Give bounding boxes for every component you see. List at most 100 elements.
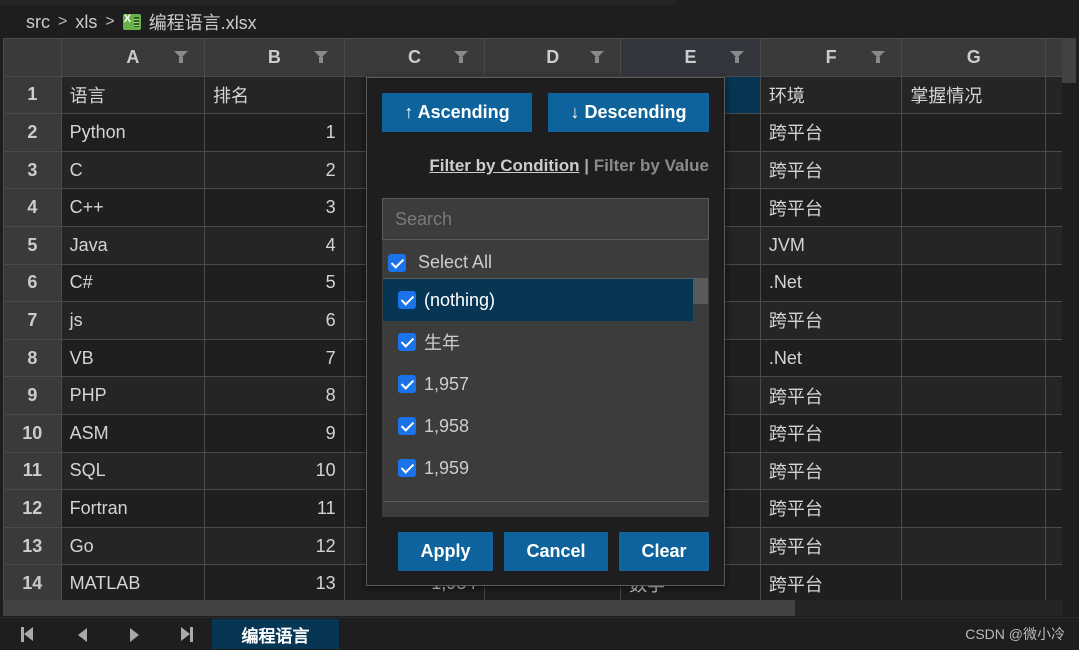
- cell-h[interactable]: [1045, 75, 1063, 115]
- cell-f[interactable]: 跨平台: [759, 564, 903, 603]
- row-header[interactable]: 9: [3, 376, 62, 415]
- cell-a[interactable]: C#: [60, 263, 206, 303]
- cell-a[interactable]: Go: [60, 526, 206, 566]
- column-header-f[interactable]: F: [759, 38, 903, 77]
- column-header-a[interactable]: A: [60, 38, 206, 77]
- checkbox-checked-icon[interactable]: [398, 417, 416, 435]
- cell-f[interactable]: 跨平台: [759, 113, 903, 152]
- vertical-scrollbar[interactable]: [1062, 38, 1079, 603]
- cell-g[interactable]: [901, 376, 1046, 415]
- filter-value-item[interactable]: 1,957: [383, 363, 693, 405]
- row-header[interactable]: 5: [3, 225, 62, 265]
- next-sheet-icon[interactable]: [126, 626, 144, 644]
- filter-search-input[interactable]: [382, 198, 709, 240]
- row-header[interactable]: 3: [3, 150, 62, 190]
- cell-h[interactable]: [1045, 376, 1063, 415]
- row-header[interactable]: 14: [3, 564, 62, 603]
- cell-b[interactable]: 9: [204, 413, 345, 453]
- sort-descending-button[interactable]: ↓ Descending: [548, 93, 709, 132]
- cell-f[interactable]: 跨平台: [759, 451, 903, 491]
- cell-a[interactable]: Python: [60, 113, 206, 152]
- cell-h[interactable]: [1045, 225, 1063, 265]
- cell-a[interactable]: SQL: [60, 451, 206, 491]
- cell-b[interactable]: 2: [204, 150, 345, 190]
- filter-icon[interactable]: [871, 51, 886, 63]
- cell-b[interactable]: 8: [204, 376, 345, 415]
- cell-g[interactable]: [901, 263, 1046, 303]
- filter-by-condition-link[interactable]: Filter by Condition: [429, 156, 579, 175]
- cell-a[interactable]: PHP: [60, 376, 206, 415]
- filter-icon[interactable]: [454, 51, 469, 63]
- cell-f[interactable]: 跨平台: [759, 526, 903, 566]
- sort-ascending-button[interactable]: ↑ Ascending: [382, 93, 532, 132]
- cell-f[interactable]: 环境: [759, 75, 903, 115]
- cell-b[interactable]: 1: [204, 113, 345, 152]
- cell-a[interactable]: C: [60, 150, 206, 190]
- cell-h[interactable]: [1045, 526, 1063, 566]
- cell-f[interactable]: .Net: [759, 263, 903, 303]
- row-header[interactable]: 2: [3, 113, 62, 152]
- row-header[interactable]: 1: [3, 75, 62, 115]
- cell-a[interactable]: 语言: [60, 75, 206, 115]
- cell-a[interactable]: ASM: [60, 413, 206, 453]
- cell-f[interactable]: 跨平台: [759, 150, 903, 190]
- cell-a[interactable]: js: [60, 301, 206, 340]
- cell-h[interactable]: [1045, 263, 1063, 303]
- cell-g[interactable]: [901, 188, 1046, 227]
- cell-b[interactable]: 3: [204, 188, 345, 227]
- cell-b[interactable]: 11: [204, 489, 345, 528]
- cell-b[interactable]: 10: [204, 451, 345, 491]
- cell-h[interactable]: [1045, 188, 1063, 227]
- column-header-e[interactable]: E: [620, 38, 761, 77]
- checkbox-checked-icon[interactable]: [398, 333, 416, 351]
- cell-f[interactable]: .Net: [759, 338, 903, 378]
- corner-cell[interactable]: [3, 38, 62, 77]
- cell-g[interactable]: [901, 113, 1046, 152]
- cell-g[interactable]: [901, 526, 1046, 566]
- checkbox-checked-icon[interactable]: [398, 375, 416, 393]
- cell-h[interactable]: [1045, 301, 1063, 340]
- cell-h[interactable]: [1045, 451, 1063, 491]
- cell-f[interactable]: JVM: [759, 225, 903, 265]
- filter-value-item[interactable]: 1,959: [383, 447, 693, 489]
- breadcrumb-item-src[interactable]: src: [26, 12, 50, 33]
- previous-sheet-icon[interactable]: [74, 626, 92, 644]
- checkbox-checked-icon[interactable]: [398, 501, 416, 502]
- filter-value-item[interactable]: 1,958: [383, 405, 693, 447]
- cell-g[interactable]: [901, 451, 1046, 491]
- last-sheet-icon[interactable]: [179, 626, 197, 644]
- filter-icon[interactable]: [729, 51, 744, 63]
- cell-a[interactable]: MATLAB: [60, 564, 206, 603]
- cell-f[interactable]: 跨平台: [759, 301, 903, 340]
- cell-f[interactable]: 跨平台: [759, 376, 903, 415]
- cell-h[interactable]: [1045, 413, 1063, 453]
- filter-value-item[interactable]: 生年: [383, 321, 693, 363]
- sheet-tab-active[interactable]: 编程语言: [212, 619, 339, 649]
- apply-button[interactable]: Apply: [398, 532, 493, 571]
- cell-f[interactable]: 跨平台: [759, 188, 903, 227]
- row-header[interactable]: 12: [3, 489, 62, 528]
- row-header[interactable]: 8: [3, 338, 62, 378]
- filter-value-item[interactable]: [383, 489, 693, 502]
- filter-value-list[interactable]: (nothing) 生年 1,957 1,958 1,959: [383, 278, 708, 502]
- filter-list-scrollbar[interactable]: [693, 279, 708, 501]
- filter-list-scrollbar-thumb[interactable]: [693, 279, 708, 304]
- filter-icon[interactable]: [590, 51, 605, 63]
- column-header-c[interactable]: C: [343, 38, 486, 77]
- cell-b[interactable]: 4: [204, 225, 345, 265]
- cell-g[interactable]: [901, 489, 1046, 528]
- column-header-g[interactable]: G: [901, 38, 1046, 77]
- filter-icon[interactable]: [174, 51, 188, 63]
- cell-a[interactable]: C++: [60, 188, 206, 227]
- clear-button[interactable]: Clear: [619, 532, 709, 571]
- filter-value-item[interactable]: (nothing): [383, 279, 693, 321]
- cell-b[interactable]: 6: [204, 301, 345, 340]
- cell-h[interactable]: [1045, 113, 1063, 152]
- row-header[interactable]: 13: [3, 526, 62, 566]
- breadcrumb-item-xls[interactable]: xls: [75, 12, 97, 33]
- cell-b[interactable]: 7: [204, 338, 345, 378]
- first-sheet-icon[interactable]: [19, 626, 37, 644]
- breadcrumb-file-name[interactable]: 编程语言.xlsx: [149, 9, 257, 35]
- checkbox-checked-icon[interactable]: [398, 459, 416, 477]
- cell-h[interactable]: [1045, 564, 1063, 603]
